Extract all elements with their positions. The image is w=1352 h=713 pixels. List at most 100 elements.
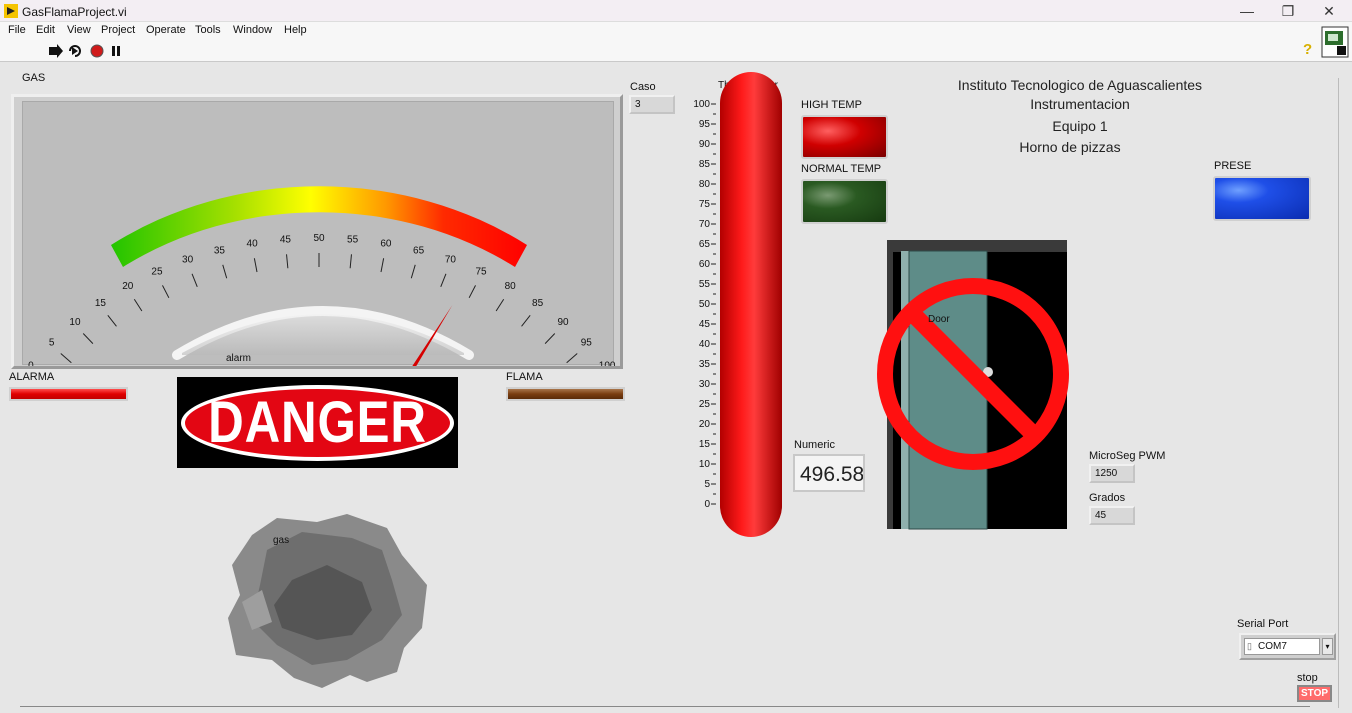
thermometer-tick-label: 0 <box>704 499 710 510</box>
menu-window[interactable]: Window <box>233 24 272 36</box>
run-arrow-icon[interactable] <box>48 44 64 58</box>
door-image <box>877 240 1069 530</box>
high-temp-label: HIGH TEMP <box>801 99 862 111</box>
gas-tick <box>107 315 117 327</box>
context-help-icon[interactable]: ? <box>1303 41 1312 58</box>
menu-bar: File Edit View Project Operate Tools Win… <box>0 22 1352 40</box>
gas-tick-label: 90 <box>557 317 569 328</box>
gas-tick <box>133 298 143 312</box>
gas-tick <box>222 264 228 279</box>
thermometer-tick-label: 55 <box>699 279 711 290</box>
caso-label: Caso <box>630 81 656 93</box>
gas-tick-label: 40 <box>247 238 259 249</box>
gas-tick-label: 0 <box>28 360 34 366</box>
restore-button[interactable]: ❐ <box>1273 2 1303 20</box>
gas-tick <box>440 273 447 288</box>
gas-cloud-image <box>228 514 427 688</box>
header-subject: Instrumentacion <box>1030 96 1130 112</box>
thermometer-fill <box>720 72 782 537</box>
thermometer-svg: 1009590858075706560555045403530252015105… <box>693 72 782 537</box>
gas-tick <box>286 254 289 269</box>
header-institute: Instituto Tecnologico de Aguascalientes <box>957 77 1203 93</box>
header-project: Horno de pizzas <box>1019 139 1121 155</box>
gas-label: GAS <box>22 72 46 84</box>
gas-tick-label: 10 <box>69 317 81 328</box>
normal-temp-led <box>801 179 888 224</box>
gas-tick <box>82 333 94 344</box>
gas-tick-label: 15 <box>95 298 107 309</box>
gas-tick <box>349 254 352 269</box>
thermometer-tick-label: 50 <box>699 299 711 310</box>
title-bar: GasFlamaProject.vi — ❐ ✕ <box>0 0 1352 22</box>
flama-led <box>506 387 625 401</box>
serial-port-field[interactable]: ▯ COM7 <box>1244 638 1320 655</box>
menu-project[interactable]: Project <box>101 24 135 36</box>
menu-operate[interactable]: Operate <box>146 24 186 36</box>
gas-tick-label: 45 <box>280 234 292 245</box>
gas-tick <box>380 258 385 273</box>
microseg-label: MicroSeg PWM <box>1089 450 1166 462</box>
thermometer-tick-label: 100 <box>693 99 710 110</box>
numeric-value: 496.58 <box>800 463 865 486</box>
gas-tick-label: 5 <box>49 338 55 349</box>
gas-tick-label: 30 <box>182 255 194 266</box>
gas-tick-label: 35 <box>214 245 226 256</box>
gas-tick <box>191 273 198 288</box>
io-name-icon: ▯ <box>1247 641 1252 651</box>
stop-label: stop <box>1297 672 1318 684</box>
run-continuous-icon[interactable] <box>67 44 83 58</box>
thermometer-tick-label: 25 <box>699 399 711 410</box>
gas-tick <box>468 285 476 299</box>
gas-tick <box>544 333 556 344</box>
menu-help[interactable]: Help <box>284 24 307 36</box>
grados-label: Grados <box>1089 492 1126 504</box>
gas-tick-label: 80 <box>505 281 517 292</box>
thermometer-tick-label: 90 <box>699 139 711 150</box>
stop-button[interactable]: STOP <box>1297 685 1332 702</box>
abort-icon[interactable] <box>90 44 104 58</box>
menu-edit[interactable]: Edit <box>36 24 55 36</box>
gas-tick-label: 100 <box>599 360 616 366</box>
thermometer-tick-label: 5 <box>704 479 710 490</box>
gas-tick <box>162 285 170 299</box>
thermometer-tick-label: 85 <box>699 159 711 170</box>
alarma-label: ALARMA <box>9 371 55 383</box>
alarma-led <box>9 387 128 401</box>
serial-port-label: Serial Port <box>1237 618 1289 630</box>
numeric-indicator: 496.58 <box>793 454 865 492</box>
gas-tick-label: 60 <box>380 238 392 249</box>
gas-tick <box>253 258 258 273</box>
high-temp-led <box>801 115 888 159</box>
prese-label: PRESE <box>1214 160 1252 172</box>
header-team: Equipo 1 <box>1052 118 1108 134</box>
serial-port-select[interactable]: ▯ COM7 ▾ <box>1239 633 1336 660</box>
menu-tools[interactable]: Tools <box>195 24 221 36</box>
gas-cloud-label: gas <box>273 535 290 546</box>
gas-tick <box>521 315 531 327</box>
thermometer-tick-label: 30 <box>699 379 711 390</box>
gas-tick-label: 20 <box>122 281 134 292</box>
thermometer-tick-label: 95 <box>699 119 711 130</box>
gas-tick-label: 70 <box>445 255 457 266</box>
dropdown-arrow-icon[interactable]: ▾ <box>1322 638 1333 655</box>
close-button[interactable]: ✕ <box>1314 2 1344 20</box>
minimize-button[interactable]: — <box>1232 2 1262 20</box>
gas-tick-label: 65 <box>413 245 425 256</box>
toolbar: ? <box>0 26 1352 62</box>
alarm-label: alarm <box>226 353 252 364</box>
menu-file[interactable]: File <box>8 24 26 36</box>
front-panel: GAS 0 5 10 15 20 25 30 35 40 45 50 55 60 65 70 75 80 85 90… <box>0 62 1352 713</box>
numeric-label: Numeric <box>794 439 835 451</box>
danger-sign: DANGER <box>177 377 458 468</box>
microseg-indicator: 1250 <box>1089 464 1135 483</box>
thermometer-tick-label: 60 <box>699 259 711 270</box>
vertical-scrollbar[interactable] <box>1338 78 1346 708</box>
menu-view[interactable]: View <box>67 24 91 36</box>
gas-tick-label: 55 <box>347 234 359 245</box>
thermometer-tick-label: 40 <box>699 339 711 350</box>
horizontal-scrollbar[interactable] <box>20 706 1310 709</box>
prese-led <box>1213 176 1311 221</box>
grados-indicator: 45 <box>1089 506 1135 525</box>
pause-icon[interactable] <box>110 45 122 57</box>
thermometer-tick-label: 15 <box>699 439 711 450</box>
